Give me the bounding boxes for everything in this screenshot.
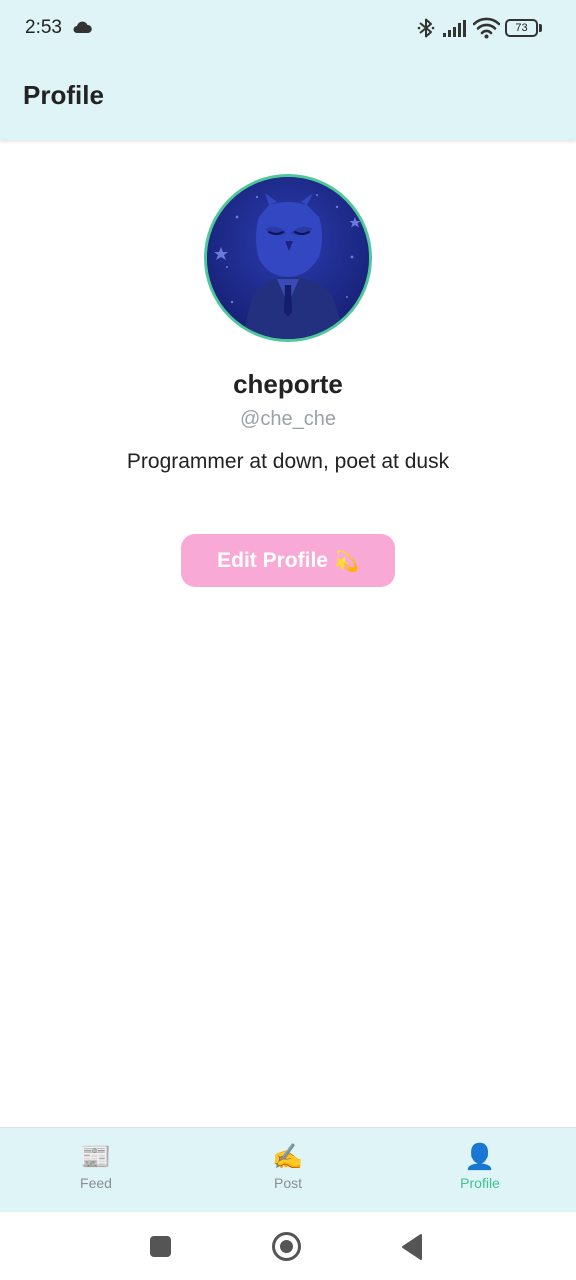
- battery-icon: 73: [505, 19, 543, 37]
- edit-profile-button[interactable]: Edit Profile 💫: [181, 534, 395, 587]
- back-icon[interactable]: [401, 1234, 423, 1260]
- battery-level: 73: [515, 22, 528, 34]
- nav-label-feed: Feed: [80, 1175, 112, 1191]
- page-title: Profile: [23, 80, 104, 110]
- newspaper-icon: 📰: [80, 1143, 112, 1171]
- user-bio: Programmer at down, poet at dusk: [126, 450, 450, 473]
- avatar[interactable]: [204, 174, 372, 342]
- username: cheporte: [233, 369, 343, 399]
- owl-avatar-image: [207, 177, 369, 339]
- nav-item-post[interactable]: ✍️ Post: [192, 1128, 384, 1213]
- recent-apps-icon[interactable]: [150, 1236, 171, 1257]
- home-icon[interactable]: [272, 1232, 301, 1261]
- user-handle: @che_che: [240, 408, 336, 430]
- person-icon: 👤: [464, 1143, 496, 1171]
- status-time: 2:53: [25, 17, 62, 38]
- system-navigation-bar: [0, 1212, 576, 1280]
- cloud-icon: [73, 21, 92, 33]
- nav-item-feed[interactable]: 📰 Feed: [0, 1128, 192, 1213]
- nav-item-profile[interactable]: 👤 Profile: [384, 1128, 576, 1213]
- bluetooth-icon: [417, 18, 435, 38]
- edit-profile-label: Edit Profile: [217, 549, 328, 572]
- signal-icon: [443, 20, 466, 37]
- writing-hand-icon: ✍️: [272, 1143, 304, 1171]
- app-bar: Profile: [0, 58, 576, 140]
- nav-label-post: Post: [273, 1175, 302, 1191]
- nav-label-profile: Profile: [460, 1175, 500, 1191]
- bottom-navigation: 📰 Feed ✍️ Post 👤 Profile: [0, 1127, 576, 1212]
- wifi-icon: [473, 17, 500, 39]
- dizzy-star-icon: 💫: [333, 551, 359, 573]
- status-bar: 2:53 73: [0, 0, 576, 58]
